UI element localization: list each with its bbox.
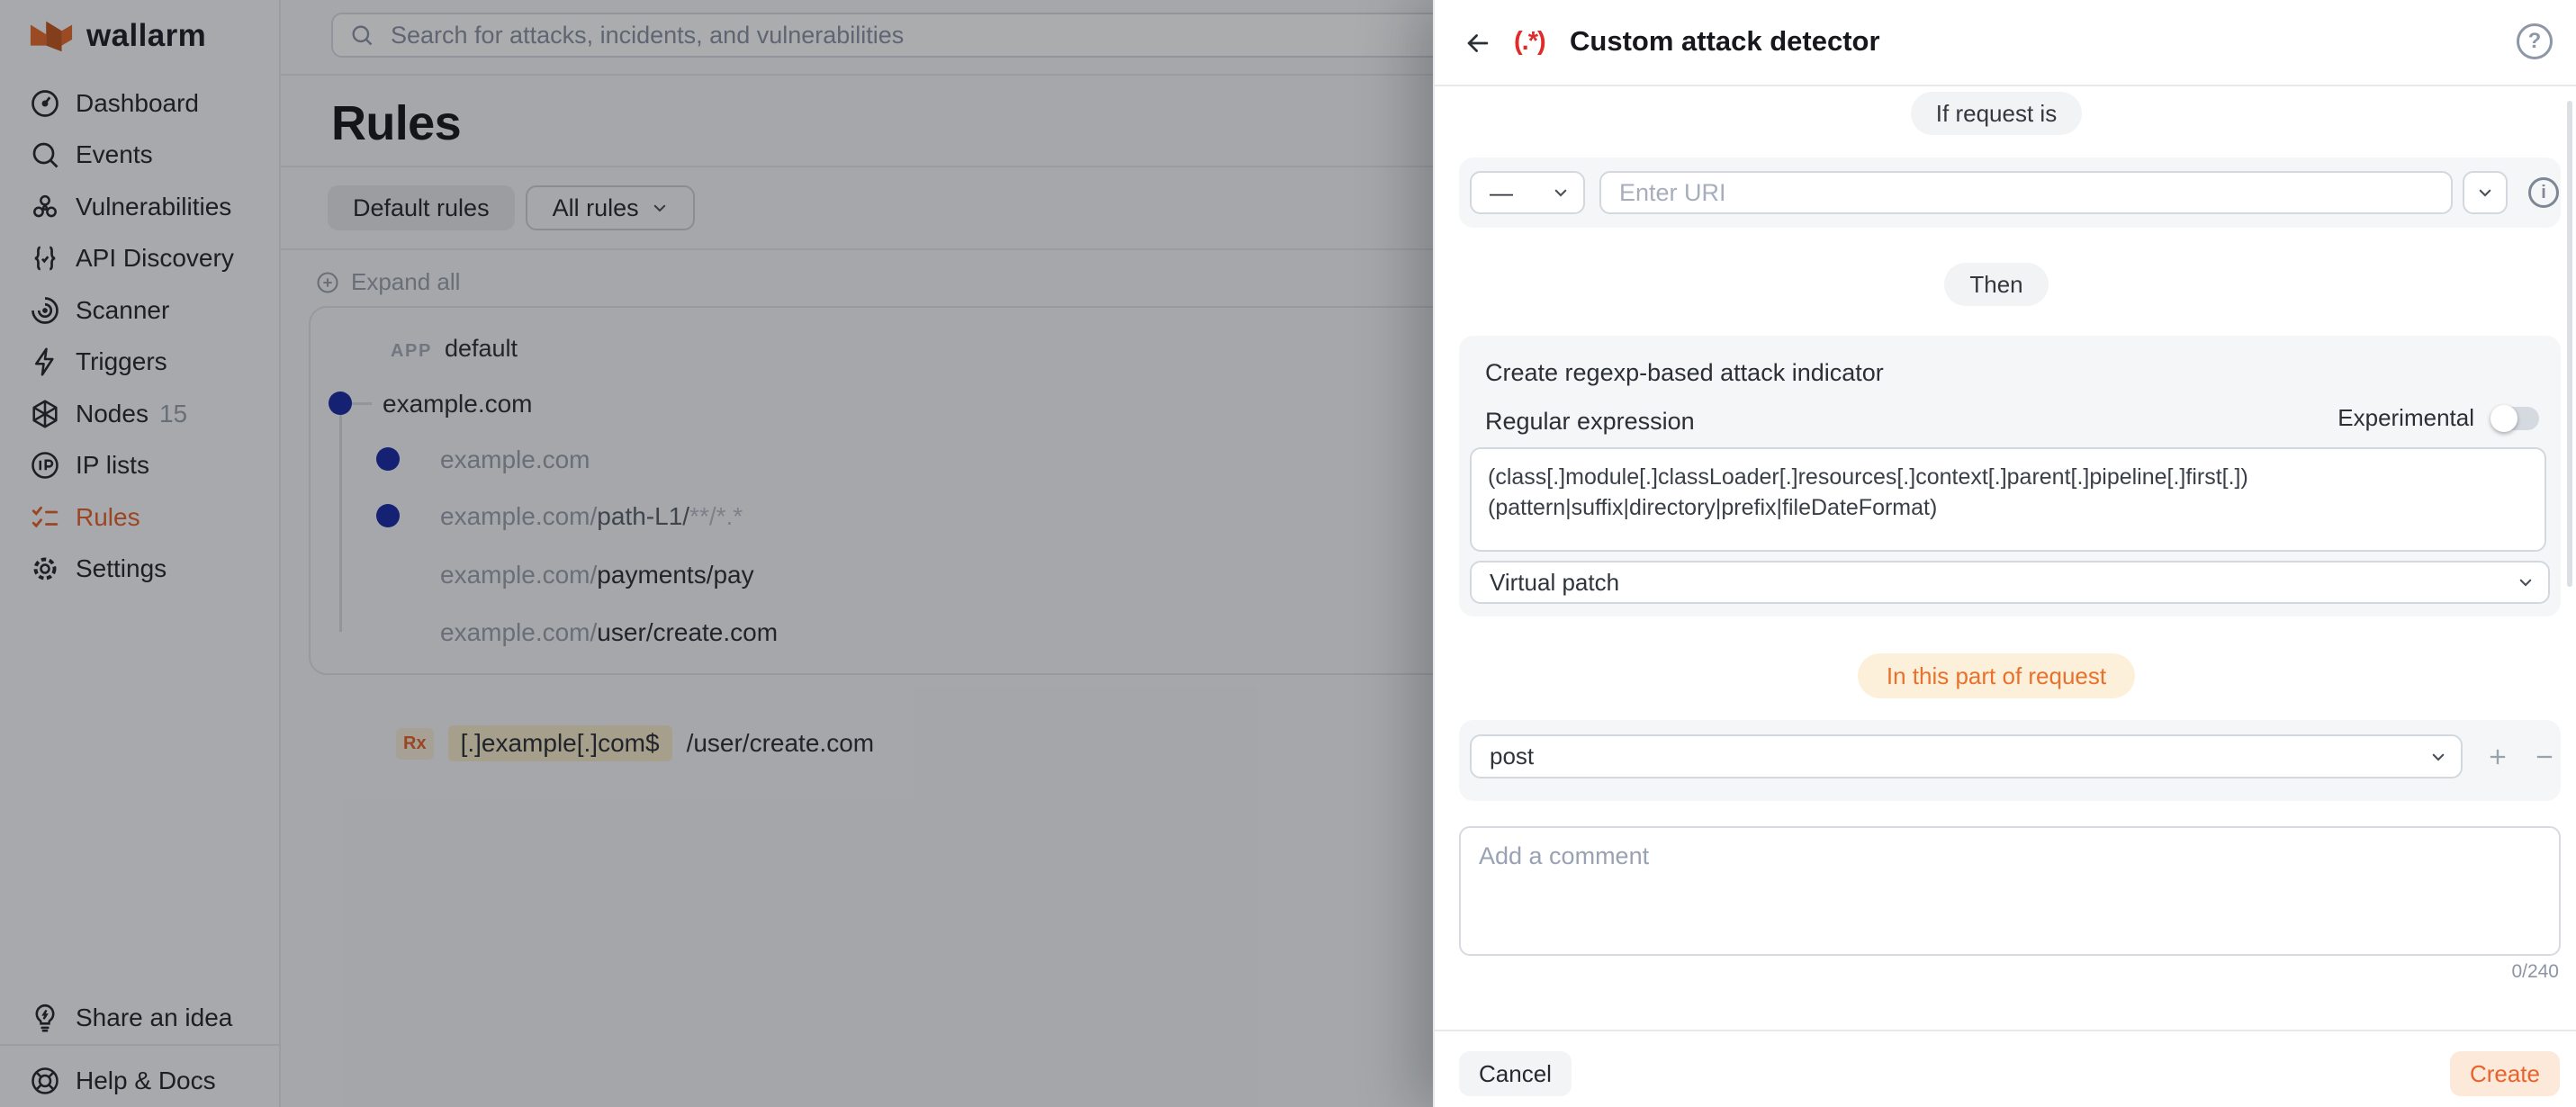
regex-line-2: (pattern|suffix|directory|prefix|fileDat… — [1488, 492, 2528, 523]
cancel-button[interactable]: Cancel — [1459, 1051, 1572, 1096]
attack-indicator-card: Create regexp-based attack indicator Reg… — [1459, 336, 2561, 616]
drawer-title: Custom attack detector — [1570, 25, 1880, 58]
operator-value: — — [1490, 179, 1513, 207]
drawer-scrollbar[interactable] — [2567, 101, 2572, 587]
regex-rule-icon: (.*) — [1514, 27, 1545, 57]
chevron-down-icon — [2517, 574, 2534, 590]
comment-textarea[interactable] — [1459, 826, 2561, 956]
experimental-label: Experimental — [2337, 404, 2474, 432]
chevron-down-icon — [2430, 749, 2446, 765]
drawer-header: (.*) Custom attack detector ? — [1435, 0, 2576, 86]
toggle-knob — [2490, 405, 2517, 432]
remove-part-button[interactable] — [2532, 744, 2557, 770]
chevron-down-icon — [2477, 184, 2493, 201]
request-part-select[interactable]: post — [1470, 734, 2463, 778]
action-select[interactable]: Virtual patch — [1470, 561, 2550, 604]
custom-attack-detector-drawer: (.*) Custom attack detector ? If request… — [1433, 0, 2576, 1107]
if-request-is-pill: If request is — [1911, 92, 2082, 135]
regex-textarea[interactable]: (class[.]module[.]classLoader[.]resource… — [1470, 447, 2546, 552]
condition-card: — i — [1459, 158, 2561, 228]
app-screen: wallarm Dashboard Events Vulnerabilities — [0, 0, 2576, 1107]
regex-line-1: (class[.]module[.]classLoader[.]resource… — [1488, 462, 2528, 492]
comment-counter: 0/240 — [2511, 961, 2559, 983]
pill-row: In this part of request — [1435, 653, 2558, 698]
pill-row: If request is — [1435, 92, 2558, 135]
then-pill: Then — [1944, 263, 2048, 306]
back-button[interactable] — [1460, 25, 1496, 61]
help-icon[interactable]: ? — [2517, 23, 2553, 59]
condition-expand-button[interactable] — [2463, 171, 2508, 214]
pill-row: Then — [1435, 263, 2558, 306]
regex-label: Regular expression — [1485, 408, 1695, 436]
experimental-toggle[interactable] — [2492, 407, 2539, 430]
in-this-part-of-request-pill: In this part of request — [1858, 653, 2135, 698]
drawer-footer-divider — [1435, 1030, 2576, 1031]
create-button[interactable]: Create — [2450, 1051, 2560, 1096]
add-part-button[interactable] — [2485, 744, 2510, 770]
chevron-down-icon — [1553, 184, 1569, 201]
condition-operator-select[interactable]: — — [1470, 171, 1585, 214]
info-icon[interactable]: i — [2528, 177, 2559, 208]
request-part-card: post — [1459, 720, 2561, 801]
indicator-title: Create regexp-based attack indicator — [1485, 359, 1884, 387]
uri-input[interactable] — [1599, 171, 2453, 214]
request-part-value: post — [1490, 742, 1534, 770]
action-value: Virtual patch — [1490, 569, 1619, 597]
